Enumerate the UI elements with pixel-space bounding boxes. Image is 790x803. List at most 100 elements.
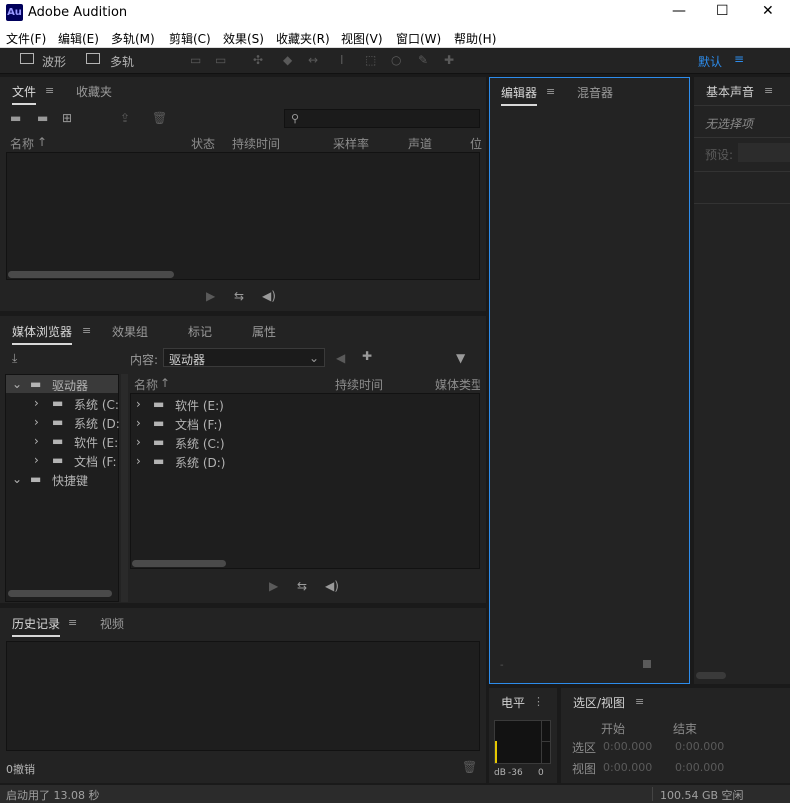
list-scrollbar[interactable] [132, 560, 226, 567]
column-media-type[interactable]: 媒体类型 [435, 376, 480, 393]
file-search-input[interactable]: ⚲ [284, 109, 480, 128]
list-item[interactable]: 软件 (E:) [175, 397, 224, 414]
tree-item-drives[interactable]: 驱动器 [52, 377, 88, 394]
column-duration[interactable]: 持续时间 [232, 135, 280, 152]
lasso-icon[interactable]: ○ [391, 53, 401, 67]
panel-scrollbar[interactable] [696, 672, 726, 679]
tab-effects-rack[interactable]: 效果组 [112, 323, 148, 340]
preset-dropdown[interactable] [738, 143, 790, 162]
panel-menu-icon[interactable]: ⋮ [533, 695, 544, 708]
menu-window[interactable]: 窗口(W) [396, 30, 441, 47]
view-start[interactable]: 0:00.000 [603, 761, 652, 774]
pitch-icon[interactable]: ▭ [215, 53, 226, 67]
chevron-right-icon[interactable]: › [136, 416, 141, 430]
tree-item-f[interactable]: 文档 (F: [74, 453, 117, 470]
spectral-icon[interactable]: ▭ [190, 53, 201, 67]
auto-play-icon[interactable]: ◀) [262, 289, 276, 303]
list-item[interactable]: 系统 (C:) [175, 435, 225, 452]
new-file-icon[interactable]: ⊞ [62, 111, 72, 125]
horizontal-scrollbar[interactable] [8, 271, 174, 278]
download-icon[interactable]: ⤓ [12, 351, 17, 366]
file-list[interactable] [6, 152, 480, 280]
menu-file[interactable]: 文件(F) [6, 30, 46, 47]
content-dropdown[interactable]: 驱动器 ⌄ [163, 348, 325, 367]
tab-files[interactable]: 文件 [12, 83, 37, 105]
panel-menu-icon[interactable]: ≡ [764, 84, 773, 97]
back-arrow-icon[interactable]: ◀ [336, 351, 345, 365]
selection-end[interactable]: 0:00.000 [675, 740, 724, 753]
tab-markers[interactable]: 标记 [188, 323, 212, 340]
selection-start[interactable]: 0:00.000 [603, 740, 652, 753]
brush-icon[interactable]: ✎ [418, 53, 428, 67]
column-bit[interactable]: 位 [470, 135, 482, 152]
move-tool-icon[interactable]: ✣ [253, 53, 263, 67]
workspace-default[interactable]: 默认 ≡ [676, 52, 746, 70]
delete-icon[interactable]: 🗑 [462, 760, 477, 774]
list-item[interactable]: 文档 (F:) [175, 416, 222, 433]
splitter-handle[interactable] [121, 374, 128, 602]
waveform-button[interactable]: 波形 [16, 52, 74, 70]
delete-icon[interactable]: 🗑 [152, 111, 167, 125]
loop-icon[interactable]: ⇆ [297, 579, 307, 593]
view-end[interactable]: 0:00.000 [675, 761, 724, 774]
open-file-icon[interactable]: ▬ [10, 111, 21, 125]
panel-menu-icon[interactable]: ≡ [635, 695, 644, 708]
tab-properties[interactable]: 属性 [252, 323, 276, 340]
menu-effects[interactable]: 效果(S) [223, 30, 264, 47]
loop-icon[interactable]: ⇆ [234, 289, 244, 303]
tab-favorites[interactable]: 收藏夹 [76, 83, 112, 100]
chevron-right-icon[interactable]: › [136, 454, 141, 468]
razor-tool-icon[interactable]: ◆ [283, 53, 292, 67]
marquee-icon[interactable]: ⬚ [365, 53, 376, 67]
menu-edit[interactable]: 编辑(E) [58, 30, 99, 47]
play-icon[interactable]: ▶ [206, 289, 215, 303]
tab-media-browser[interactable]: 媒体浏览器 [12, 323, 73, 345]
menu-multitrack[interactable]: 多轨(M) [111, 30, 155, 47]
filter-icon[interactable]: ▼ [456, 351, 465, 365]
chevron-down-icon[interactable]: ⌄ [12, 377, 22, 391]
tree-item-shortcuts[interactable]: 快捷键 [52, 472, 88, 489]
panel-menu-icon[interactable]: ≡ [68, 616, 77, 629]
tab-editor[interactable]: 编辑器 [501, 84, 538, 106]
column-duration[interactable]: 持续时间 [335, 376, 383, 393]
slip-tool-icon[interactable]: ↔ [308, 53, 318, 67]
panel-menu-icon[interactable]: ≡ [82, 324, 91, 337]
tab-history[interactable]: 历史记录 [12, 615, 61, 637]
menu-help[interactable]: 帮助(H) [454, 30, 496, 47]
minimize-button[interactable]: — [672, 3, 686, 19]
list-item[interactable]: 系统 (D:) [175, 454, 225, 471]
chevron-right-icon[interactable]: › [34, 453, 39, 467]
tab-video[interactable]: 视频 [100, 615, 124, 632]
tree-scrollbar[interactable] [8, 590, 112, 597]
chevron-right-icon[interactable]: › [34, 434, 39, 448]
time-selection-icon[interactable]: I [340, 53, 344, 67]
menu-view[interactable]: 视图(V) [341, 30, 383, 47]
panel-menu-icon[interactable]: ≡ [45, 84, 54, 97]
chevron-right-icon[interactable]: › [34, 396, 39, 410]
play-icon[interactable]: ▶ [269, 579, 278, 593]
chevron-right-icon[interactable]: › [34, 415, 39, 429]
multitrack-button[interactable]: 多轨 [82, 52, 140, 70]
healing-icon[interactable]: ✚ [444, 53, 454, 67]
column-name[interactable]: 名称 [134, 376, 158, 393]
import-icon[interactable]: ▬ [37, 111, 48, 125]
chevron-right-icon[interactable]: › [136, 435, 141, 449]
column-sample-rate[interactable]: 采样率 [333, 135, 369, 152]
tree-item-e[interactable]: 软件 (E: [74, 434, 118, 451]
menu-favorites[interactable]: 收藏夹(R) [276, 30, 330, 47]
tab-mixer[interactable]: 混音器 [577, 84, 613, 101]
column-channels[interactable]: 声道 [408, 135, 432, 152]
chevron-right-icon[interactable]: › [136, 397, 141, 411]
tree-item-d[interactable]: 系统 (D: [74, 415, 120, 432]
add-shortcut-icon[interactable]: ✚ [362, 349, 372, 363]
maximize-button[interactable]: ☐ [716, 3, 729, 19]
menu-clip[interactable]: 剪辑(C) [169, 30, 211, 47]
close-button[interactable]: ✕ [762, 3, 774, 19]
column-name[interactable]: 名称 [10, 135, 34, 152]
column-status[interactable]: 状态 [191, 135, 215, 152]
auto-play-icon[interactable]: ◀) [325, 579, 339, 593]
export-icon[interactable]: ⇪ [120, 111, 130, 125]
panel-menu-icon[interactable]: ≡ [546, 85, 555, 98]
chevron-down-icon[interactable]: ⌄ [12, 472, 22, 486]
tree-item-c[interactable]: 系统 (C: [74, 396, 119, 413]
